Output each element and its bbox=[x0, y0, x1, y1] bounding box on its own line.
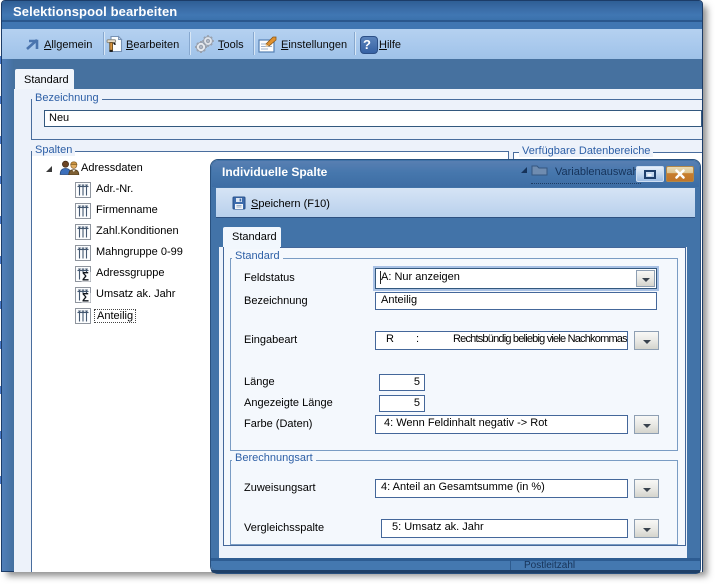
svg-text:Σ: Σ bbox=[82, 293, 89, 304]
svg-text:Σ: Σ bbox=[82, 272, 89, 283]
